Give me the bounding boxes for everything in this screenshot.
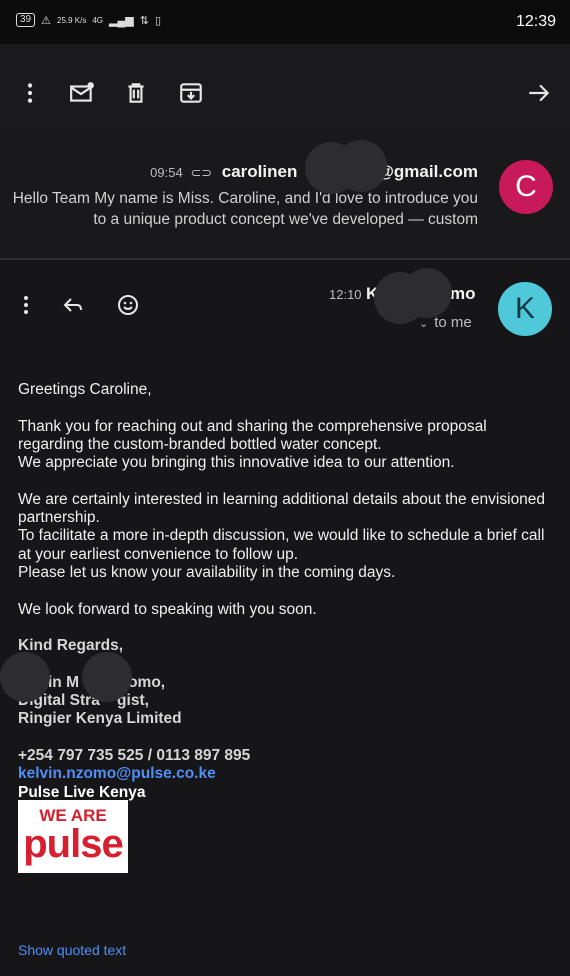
status-bar: 39 ⚠ 25.9 K/s 4G ▂▄▆ ⇅ ▯ 12:39 bbox=[0, 0, 570, 44]
pulse-logo-image: WE ARE pulse bbox=[18, 800, 128, 873]
signature-company: Ringier Kenya Limited bbox=[18, 710, 182, 728]
redaction-blot bbox=[0, 652, 50, 702]
chevron-down-icon: ⌄ bbox=[419, 318, 429, 330]
message-time: 12:10 bbox=[329, 287, 362, 302]
redaction-blot bbox=[335, 140, 387, 192]
message-toolbar bbox=[0, 44, 570, 132]
message-divider bbox=[0, 258, 570, 260]
data-transfer-icon: ⇅ bbox=[139, 14, 149, 27]
reply-icon[interactable] bbox=[61, 293, 85, 317]
sender-avatar[interactable]: K bbox=[498, 282, 552, 336]
body-line: Please let us know your availability in … bbox=[18, 563, 396, 581]
more-vert-icon[interactable] bbox=[14, 293, 38, 317]
signature-phones: +254 797 735 525 / 0113 897 895 bbox=[18, 746, 251, 764]
attachment-icon: ⊂⊃ bbox=[190, 165, 213, 180]
battery-icon: 39 bbox=[16, 13, 36, 27]
archive-icon[interactable] bbox=[178, 80, 204, 106]
emoji-reaction-icon[interactable] bbox=[116, 293, 140, 317]
show-quoted-text-link[interactable]: Show quoted text bbox=[18, 942, 126, 958]
network-speed: 25.9 K/s bbox=[57, 15, 87, 25]
redaction-blot bbox=[82, 652, 132, 702]
recipient-details-toggle[interactable]: ⌄ to me bbox=[419, 314, 472, 331]
message-snippet: Hello Team My name is Miss. Caroline, an… bbox=[12, 190, 478, 228]
forward-arrow-icon[interactable] bbox=[526, 80, 552, 106]
sender-avatar[interactable]: C bbox=[499, 160, 553, 214]
body-line: To facilitate a more in-depth discussion… bbox=[18, 527, 545, 545]
delete-icon[interactable] bbox=[123, 80, 149, 106]
body-line: We look forward to speaking with you soo… bbox=[18, 600, 317, 618]
message-time: 09:54 bbox=[150, 165, 183, 180]
more-vert-icon[interactable] bbox=[17, 80, 43, 106]
logo-text-bottom: pulse bbox=[23, 822, 123, 866]
network-type: 4G bbox=[92, 15, 104, 25]
body-line: Thank you for reaching out and sharing t… bbox=[18, 417, 487, 435]
signature-email-link[interactable]: kelvin.nzomo@pulse.co.ke bbox=[18, 765, 558, 783]
body-line: We appreciate you bringing this innovati… bbox=[18, 454, 455, 472]
redaction-blot bbox=[402, 268, 452, 318]
mark-unread-icon[interactable] bbox=[69, 80, 95, 106]
body-line: We are certainly interested in learning … bbox=[18, 490, 546, 508]
warning-icon: ⚠ bbox=[41, 14, 51, 27]
signal-icon: ▂▄▆ bbox=[109, 14, 134, 27]
sender-name-end: mo bbox=[450, 284, 476, 303]
collapsed-message[interactable]: 09:54 ⊂⊃ carolinen @gmail.com Hello Team … bbox=[0, 132, 570, 258]
status-icons: 39 ⚠ 25.9 K/s 4G ▂▄▆ ⇅ ▯ bbox=[16, 13, 161, 27]
body-line: regarding the custom-branded bottled wat… bbox=[18, 435, 382, 453]
message-body: Greetings Caroline, Thank you for reachi… bbox=[18, 381, 558, 802]
greeting: Greetings Caroline, bbox=[18, 381, 152, 398]
body-line: at your earliest convenience to follow u… bbox=[18, 545, 299, 563]
status-time: 12:39 bbox=[515, 13, 556, 30]
body-line: partnership. bbox=[18, 509, 100, 527]
vibrate-icon: ▯ bbox=[154, 14, 162, 27]
